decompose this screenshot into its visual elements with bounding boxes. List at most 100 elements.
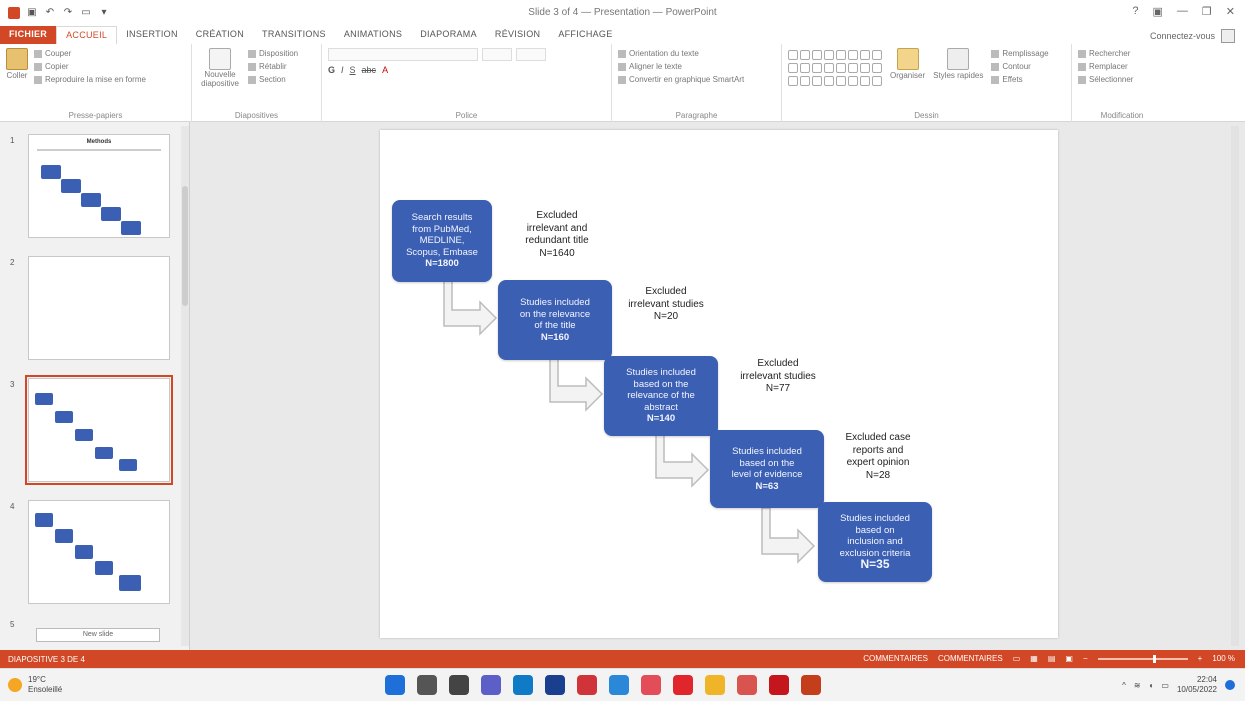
bold-button[interactable]: G [328,65,335,75]
tab-file[interactable]: FICHIER [0,26,57,44]
font-name-field[interactable] [328,48,478,61]
select-button[interactable]: Sélectionner [1078,74,1166,85]
layout-button[interactable]: Disposition [248,48,298,59]
search-icon[interactable] [417,675,437,695]
file-explorer-icon[interactable] [449,675,469,695]
app-red-icon[interactable] [577,675,597,695]
shield-icon[interactable] [609,675,629,695]
zoom-level[interactable]: 100 % [1212,654,1235,663]
slide-scrollbar[interactable] [1231,126,1239,646]
windows-start-icon[interactable] [385,675,405,695]
shapes-gallery[interactable] [788,50,882,87]
account-area[interactable]: Connectez-vous [1150,29,1235,43]
find-button[interactable]: Rechercher [1078,48,1166,59]
exclusion-label-1[interactable]: Excluded irrelevant and redundant title … [512,210,602,260]
new-slide-button[interactable]: Nouvelle diapositive [198,48,242,90]
align-text-button[interactable]: Aligner le texte [618,61,775,72]
slide-canvas[interactable]: Search results from PubMed, MEDLINE, Sco… [380,130,1058,638]
notification-icon[interactable] [1225,680,1235,690]
exclusion-label-3[interactable]: Excluded irrelevant studies N=77 [728,358,828,396]
arrange-button[interactable]: Organiser [890,48,925,87]
chevron-up-icon[interactable]: ^ [1122,681,1126,690]
notes-button[interactable]: COMMENTAIRES [863,654,928,663]
comments-button[interactable]: COMMENTAIRES [938,654,1003,663]
chat-icon[interactable] [481,675,501,695]
font-color-button[interactable]: A [382,65,388,75]
slide-thumbnail-2[interactable] [28,256,170,360]
tab-slideshow[interactable]: DIAPORAMA [411,26,486,44]
replace-button[interactable]: Remplacer [1078,61,1166,72]
media-icon[interactable] [737,675,757,695]
pocket-icon[interactable] [641,675,661,695]
slide-thumbnail-3[interactable] [25,375,173,485]
normal-view-icon[interactable]: ▭ [1013,654,1021,663]
help-icon[interactable]: ? [1132,5,1138,18]
slide-thumbnail-1[interactable]: Methods [28,134,170,238]
paste-button[interactable]: Coller [6,48,28,87]
slide-sorter-icon[interactable]: ▦ [1030,654,1038,663]
weather-widget[interactable]: 19°C Ensoleillé [8,675,62,695]
tab-animations[interactable]: ANIMATIONS [335,26,411,44]
scrollbar-knob[interactable] [182,186,188,306]
slide-thumbnail-4[interactable] [28,500,170,604]
arrow-4 [761,507,816,564]
tab-transitions[interactable]: TRANSITIONS [253,26,335,44]
convert-smartart-button[interactable]: Convertir en graphique SmartArt [618,74,775,85]
section-button[interactable]: Section [248,74,298,85]
slideshow-view-icon[interactable]: ▣ [1065,654,1073,663]
flow-box-2[interactable]: Studies included on the relevance of the… [498,280,612,360]
restore-icon[interactable]: ❐ [1202,5,1212,18]
folder-icon[interactable] [705,675,725,695]
edge-icon[interactable] [513,675,533,695]
battery-icon[interactable]: ▭ [1161,681,1169,690]
tab-view[interactable]: AFFICHAGE [549,26,621,44]
volume-icon[interactable]: ◖ [1149,681,1154,690]
reading-view-icon[interactable]: ▤ [1048,654,1056,663]
store-icon[interactable] [545,675,565,695]
tab-design[interactable]: CRÉATION [187,26,253,44]
flow-box-3[interactable]: Studies included based on the relevance … [604,356,718,436]
minimize-icon[interactable]: — [1177,5,1188,18]
flow-box-5[interactable]: Studies included based on inclusion and … [818,502,932,582]
tab-review[interactable]: RÉVISION [486,26,549,44]
wifi-icon[interactable]: ≋ [1134,681,1141,690]
font-size-grow-button[interactable] [516,48,546,61]
zoom-in-icon[interactable]: + [1198,654,1203,663]
cut-button[interactable]: Couper [34,48,146,59]
copy-button[interactable]: Copier [34,61,146,72]
ribbon-options-icon[interactable]: ▣ [1153,5,1163,18]
zoom-slider[interactable] [1097,654,1188,663]
exclusion-label-2[interactable]: Excluded irrelevant studies N=20 [616,286,716,324]
new-slide-thumb-button[interactable]: New slide [36,628,160,642]
new-slide-icon [209,48,231,70]
tab-insert[interactable]: INSERTION [117,26,187,44]
shape-outline-button[interactable]: Contour [991,61,1048,72]
exclusion-label-4[interactable]: Excluded case reports and expert opinion… [832,432,924,482]
italic-button[interactable]: I [341,65,344,75]
brush-icon [34,75,42,84]
zoom-out-icon[interactable]: − [1083,654,1088,663]
strikethrough-button[interactable]: abc [362,65,377,75]
reset-button[interactable]: Rétablir [248,61,298,72]
powerpoint-icon[interactable] [801,675,821,695]
group-drawing: Organiser Styles rapides Remplissage Con… [782,44,1072,122]
cut-icon [34,49,42,58]
thumbnail-scrollbar[interactable] [181,126,189,646]
shape-effects-button[interactable]: Effets [991,74,1048,85]
opera-icon[interactable] [673,675,693,695]
window-title: Slide 3 of 4 — Presentation — PowerPoint [528,7,717,18]
flow-box-4[interactable]: Studies included based on the level of e… [710,430,824,508]
close-icon[interactable]: ✕ [1226,5,1235,18]
sign-in-link[interactable]: Connectez-vous [1150,31,1215,41]
avatar[interactable] [1221,29,1235,43]
format-painter-button[interactable]: Reproduire la mise en forme [34,74,146,85]
clock[interactable]: 22:04 10/05/2022 [1177,675,1217,695]
shape-fill-button[interactable]: Remplissage [991,48,1049,59]
quick-styles-button[interactable]: Styles rapides [933,48,983,87]
tab-home[interactable]: ACCUEIL [56,26,118,44]
acrobat-icon[interactable] [769,675,789,695]
text-direction-button[interactable]: Orientation du texte [618,48,775,59]
font-size-field[interactable] [482,48,512,61]
flow-box-1[interactable]: Search results from PubMed, MEDLINE, Sco… [392,200,492,282]
underline-button[interactable]: S [350,65,356,75]
